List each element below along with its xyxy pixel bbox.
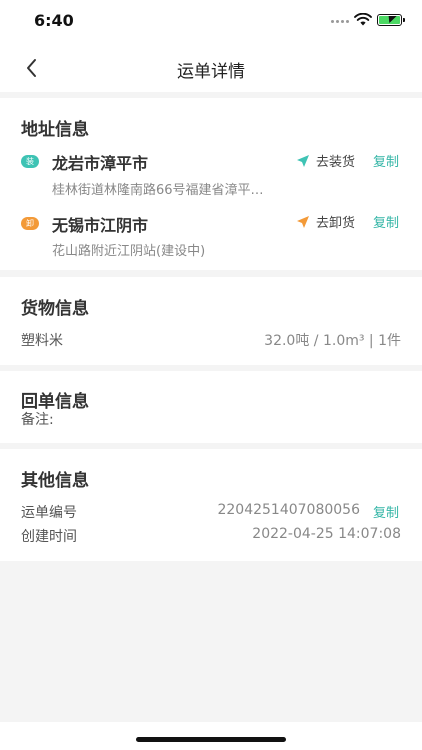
delivery-city: 无锡市江阴市 <box>52 216 149 235</box>
home-indicator <box>136 737 286 742</box>
other-info-card: 其他信息 运单编号 2204251407080056 复制 创建时间 2022-… <box>0 449 422 561</box>
signal-icon <box>331 20 349 23</box>
remark-label: 备注: <box>21 412 54 428</box>
navigation-bar: 运单详情 <box>0 44 422 92</box>
bottom-safe-area <box>0 722 422 750</box>
status-time: 6:40 <box>34 11 74 30</box>
go-delivery-label: 去卸货 <box>316 216 356 231</box>
go-pickup-label: 去装货 <box>316 155 356 170</box>
goods-card: 货物信息 塑料米 32.0吨 / 1.0m³ | 1件 <box>0 277 422 365</box>
go-delivery-button[interactable]: 去卸货 <box>296 212 355 231</box>
waybill-number-value: 2204251407080056 <box>217 502 360 518</box>
other-section-title: 其他信息 <box>21 471 89 491</box>
copy-delivery-address-button[interactable]: 复制 <box>373 212 399 231</box>
go-pickup-button[interactable]: 去装货 <box>296 151 355 170</box>
page-title: 运单详情 <box>177 62 245 82</box>
battery-icon <box>377 14 405 26</box>
pickup-address: 桂林街道林隆南路66号福建省漳平… <box>52 183 264 198</box>
navigation-arrow-icon <box>297 154 309 167</box>
wifi-icon <box>354 13 372 26</box>
address-section-title: 地址信息 <box>21 120 89 140</box>
copy-waybill-number-button[interactable]: 复制 <box>373 502 399 521</box>
copy-pickup-address-button[interactable]: 复制 <box>373 151 399 170</box>
address-card: 地址信息 装 龙岩市漳平市 去装货 复制 桂林街道林隆南路66号福建省漳平… 卸… <box>0 98 422 270</box>
created-time-label: 创建时间 <box>21 529 77 545</box>
waybill-number-label: 运单编号 <box>21 505 77 521</box>
goods-spec: 32.0吨 / 1.0m³ | 1件 <box>264 333 401 349</box>
delivery-address: 花山路附近江阴站(建设中) <box>52 244 206 259</box>
status-bar: 6:40 <box>0 0 422 44</box>
pickup-tag: 装 <box>21 155 39 168</box>
goods-name: 塑料米 <box>21 333 63 349</box>
goods-section-title: 货物信息 <box>21 299 89 319</box>
delivery-tag: 卸 <box>21 217 39 230</box>
receipt-card: 回单信息 备注: <box>0 371 422 443</box>
navigation-arrow-icon <box>297 215 309 228</box>
created-time-value: 2022-04-25 14:07:08 <box>252 526 401 542</box>
pickup-city: 龙岩市漳平市 <box>52 154 149 173</box>
